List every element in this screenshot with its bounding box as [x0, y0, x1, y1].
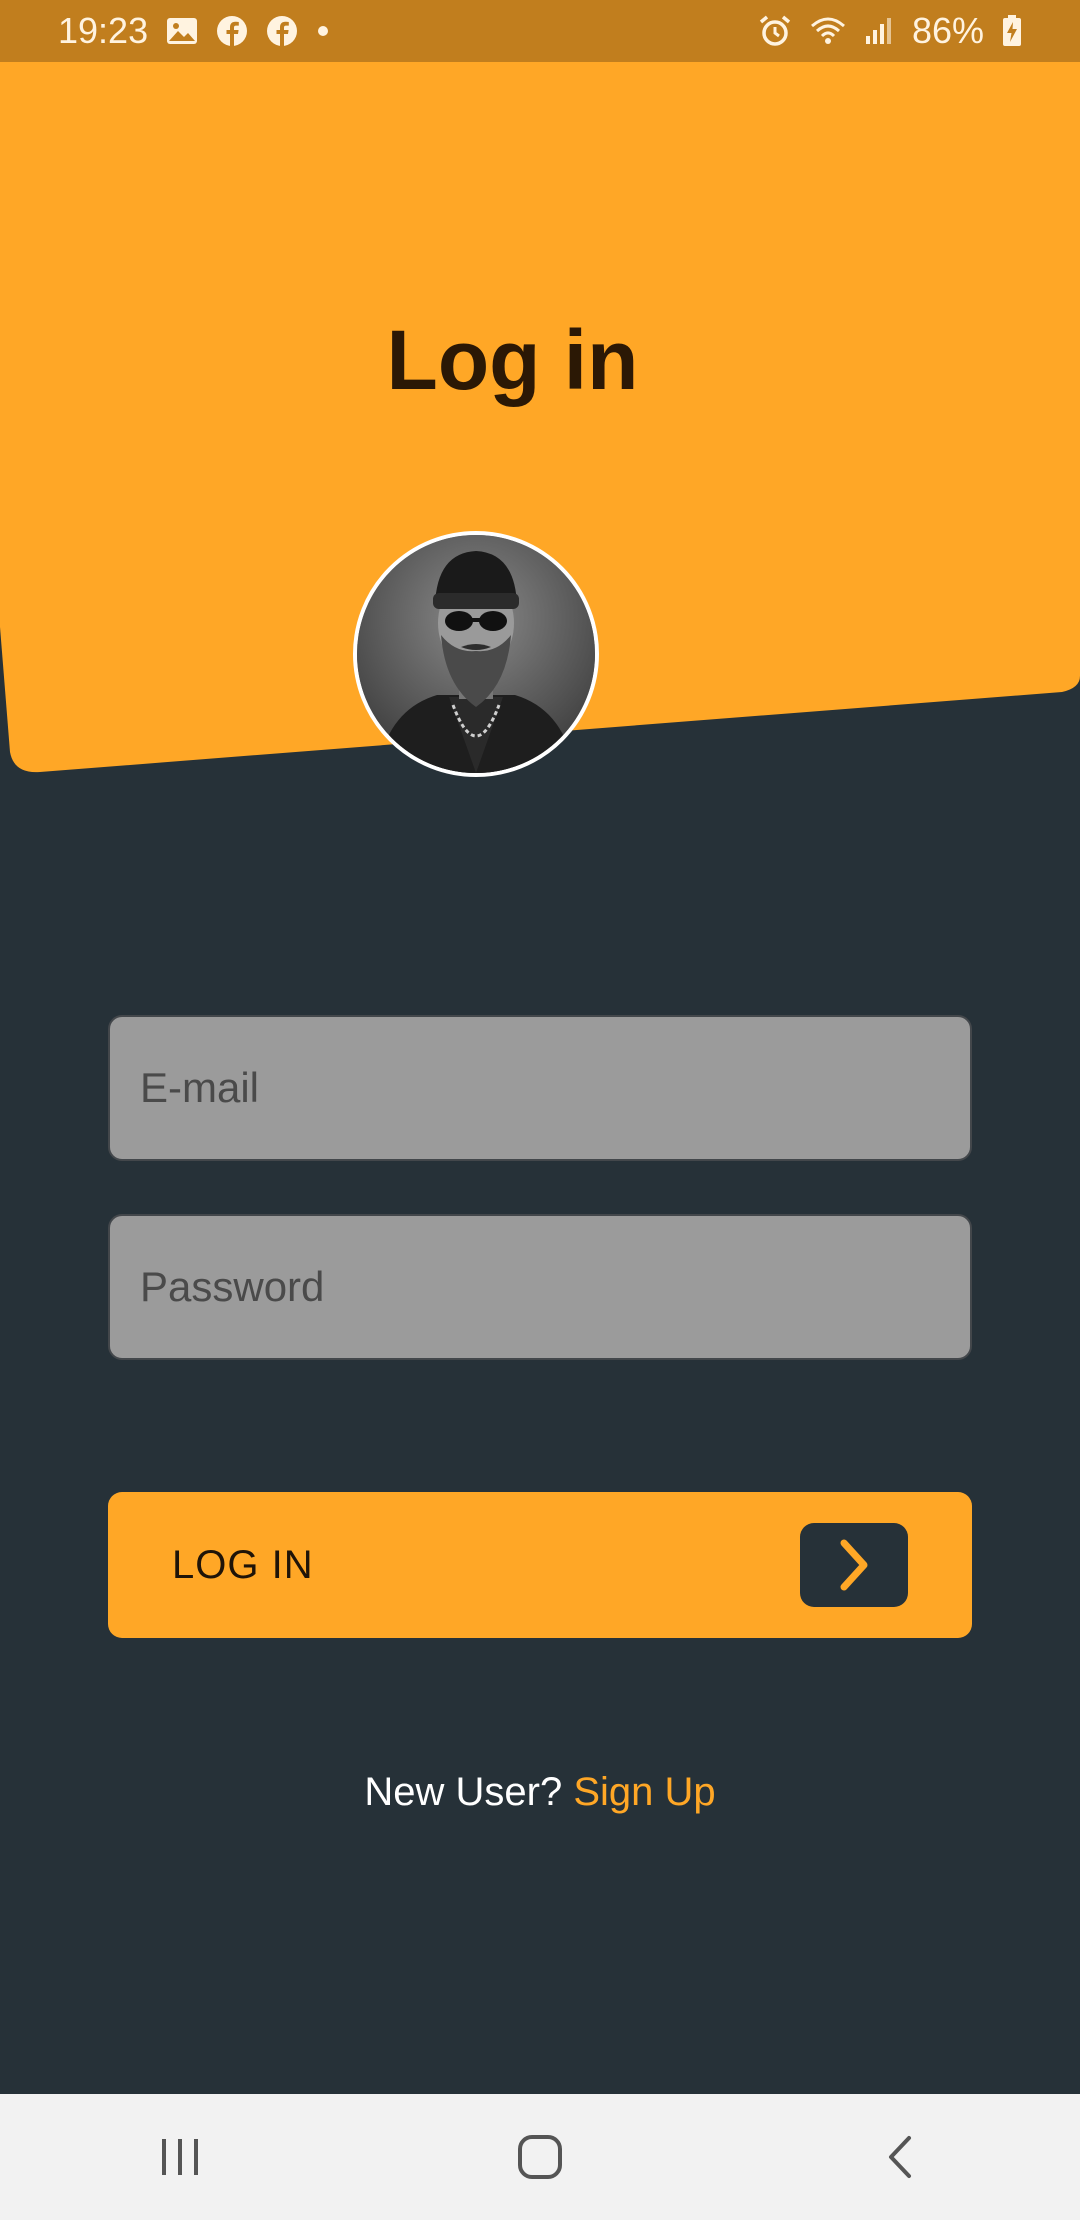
login-button-label: LOG IN — [172, 1543, 314, 1587]
signal-icon — [864, 16, 894, 46]
status-bar: 19:23 86% — [0, 0, 1080, 62]
signup-prompt: New User? — [364, 1770, 563, 1814]
dot-icon — [316, 24, 330, 38]
avatar[interactable] — [353, 531, 599, 777]
chevron-right-icon — [840, 1539, 868, 1591]
home-icon — [518, 2135, 562, 2179]
status-time: 19:23 — [58, 10, 149, 51]
password-field[interactable] — [108, 1214, 972, 1360]
signup-link[interactable]: Sign Up — [573, 1770, 715, 1814]
wifi-icon — [810, 16, 846, 46]
back-icon — [889, 2136, 911, 2178]
recent-apps-button[interactable] — [120, 2112, 240, 2202]
alarm-icon — [758, 14, 792, 48]
image-icon — [166, 17, 198, 45]
login-arrow-button[interactable] — [800, 1523, 908, 1607]
battery-percent: 86% — [911, 10, 984, 51]
login-button[interactable]: LOG IN — [108, 1492, 972, 1638]
page-title: Log in — [386, 313, 639, 407]
back-button[interactable] — [840, 2112, 960, 2202]
recent-apps-icon — [162, 2139, 198, 2175]
battery-charging-icon — [1002, 15, 1022, 47]
home-button[interactable] — [480, 2112, 600, 2202]
email-field[interactable] — [108, 1015, 972, 1161]
navigation-bar — [0, 2094, 1080, 2220]
facebook-icon — [216, 15, 248, 47]
avatar-image — [357, 535, 595, 773]
signup-row: New User? Sign Up — [0, 1770, 1080, 1815]
facebook-icon — [266, 15, 298, 47]
